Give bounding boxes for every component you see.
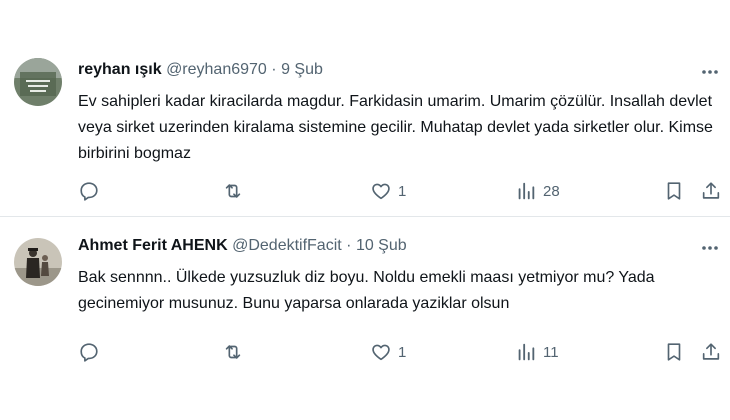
retweet-button[interactable] <box>222 179 250 203</box>
reply-icon <box>80 343 98 362</box>
retweet-icon <box>225 345 241 359</box>
reply-button[interactable] <box>78 340 106 364</box>
user-handle[interactable]: @DedektifFacit <box>232 237 342 254</box>
avatar[interactable] <box>14 238 62 286</box>
user-name[interactable]: reyhan ışık <box>78 61 162 78</box>
heart-icon <box>372 344 390 361</box>
avatar-image <box>14 58 62 106</box>
tweet-header: Ahmet Ferit AHENK @DedektifFacit · 10 Şu… <box>78 235 407 257</box>
tweet-date[interactable]: 9 Şub <box>281 61 323 78</box>
view-count: 11 <box>543 343 559 361</box>
more-icon[interactable] <box>700 62 720 82</box>
user-name[interactable]: Ahmet Ferit AHENK <box>78 237 228 254</box>
user-handle[interactable]: @reyhan6970 <box>166 61 267 78</box>
bookmark-button[interactable] <box>663 179 685 203</box>
tweet-text: Bak sennnn.. Ülkede yuzsuzluk diz boyu. … <box>78 269 655 312</box>
view-count: 28 <box>543 182 560 200</box>
views-icon <box>518 343 535 361</box>
share-button[interactable] <box>700 179 722 203</box>
header-separator: · <box>346 237 352 254</box>
like-count: 1 <box>398 182 407 200</box>
share-icon <box>702 182 720 199</box>
tweet[interactable]: Ahmet Ferit AHENK @DedektifFacit · 10 Şu… <box>0 218 730 420</box>
like-count: 1 <box>398 343 407 361</box>
more-icon[interactable] <box>700 238 720 258</box>
avatar-image <box>14 238 62 286</box>
action-bar: 1 28 <box>0 179 730 203</box>
reply-icon <box>80 182 98 201</box>
share-icon <box>702 343 720 360</box>
tweet-text: Ev sahipleri kadar kiracilarda magdur. F… <box>78 93 713 162</box>
header-separator: · <box>271 61 277 78</box>
tweet-header: reyhan ışık @reyhan6970 · 9 Şub <box>78 59 323 81</box>
tweet-date[interactable]: 10 Şub <box>356 237 407 254</box>
bookmark-button[interactable] <box>663 340 685 364</box>
tweet-divider <box>0 216 730 217</box>
reply-button[interactable] <box>78 179 106 203</box>
bookmark-icon <box>667 182 681 200</box>
views-button[interactable]: 11 <box>515 340 559 364</box>
heart-icon <box>372 183 390 200</box>
tweet[interactable]: reyhan ışık @reyhan6970 · 9 Şub Ev sahip… <box>0 0 730 217</box>
like-button[interactable]: 1 <box>370 340 406 364</box>
bookmark-icon <box>667 343 681 361</box>
share-button[interactable] <box>700 340 722 364</box>
views-button[interactable]: 28 <box>515 179 560 203</box>
retweet-icon <box>225 184 241 198</box>
avatar[interactable] <box>14 58 62 106</box>
views-icon <box>518 182 535 200</box>
action-bar: 1 11 <box>0 340 730 364</box>
retweet-button[interactable] <box>222 340 250 364</box>
like-button[interactable]: 1 <box>370 179 406 203</box>
